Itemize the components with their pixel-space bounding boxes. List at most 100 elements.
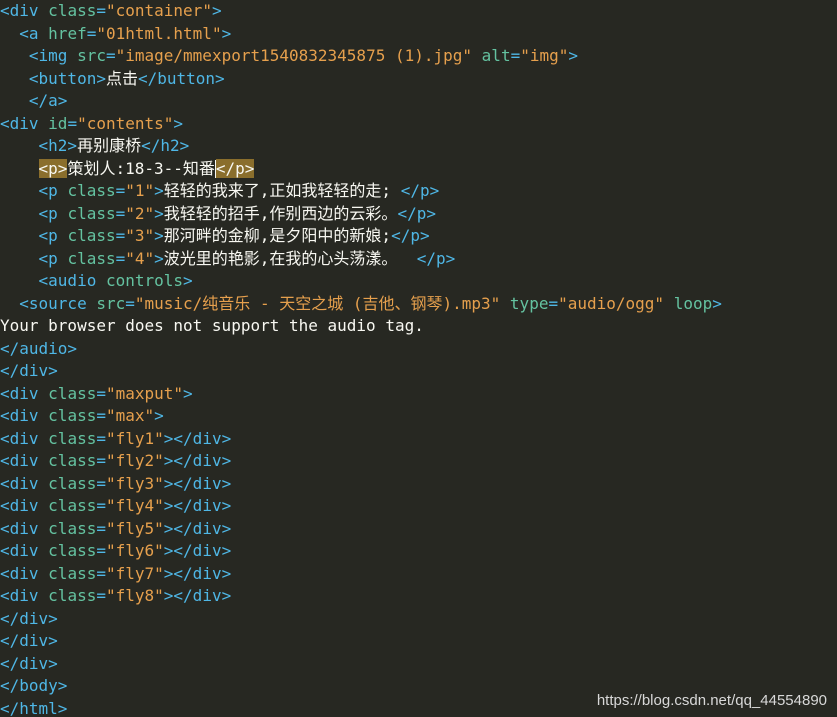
watermark: https://blog.csdn.net/qq_44554890 [596,692,827,709]
string-token: "fly8" [105,586,164,605]
string-token: "fly6" [105,541,164,560]
code-line[interactable]: <p class="3">那河畔的金柳,是夕阳中的新娘;</p> [0,225,837,248]
attribute-token: loop [673,293,713,313]
tag-token [0,159,39,178]
tag-token: > [154,248,164,268]
tag-token: = [115,203,126,223]
string-token: "max" [105,406,155,425]
tag-token [472,46,482,65]
tag-token: </body> [0,676,68,695]
string-token: "fly7" [105,563,164,583]
code-line[interactable]: </div> [0,360,837,383]
tag-token: </html> [0,698,68,717]
code-line[interactable]: <div class="fly3"></div> [0,473,837,496]
tag-token: > [568,46,579,65]
text-token: Your browser does not support the audio … [0,316,424,335]
tag-token: = [96,541,106,560]
attribute-token: src [77,46,106,65]
tag-token: <p [0,226,68,245]
string-token: "01html.html" [96,23,222,43]
tag-token: </p> [391,226,430,245]
tag-token: <div [0,428,49,448]
tag-token: = [115,248,126,268]
tag-token: ></div> [163,541,232,560]
code-line[interactable]: </div> [0,653,837,676]
tag-token: > [154,181,164,200]
tag-token: > [183,383,193,403]
string-token: "fly4" [105,496,164,515]
code-line[interactable]: <a href="01html.html"> [0,23,837,46]
code-line[interactable]: <div class="maxput"> [0,383,837,406]
attribute-token: src [96,293,126,313]
code-line[interactable]: <div class="fly7"></div> [0,563,837,586]
code-line[interactable]: <div class="fly1"></div> [0,428,837,451]
tag-token: <source [0,293,97,313]
tag-token: <img [0,46,78,65]
tag-token: </p> [397,203,436,223]
code-line[interactable]: <p class="4">波光里的艳影,在我的心头荡漾。 </p> [0,248,837,271]
code-line[interactable]: <div class="container"> [0,0,837,23]
code-line[interactable]: </div> [0,608,837,631]
tag-token: <div [0,1,49,20]
string-token: "image/mmexport1540832345875 (1).jpg" [115,46,473,65]
code-line[interactable]: <div id="contents"> [0,113,837,136]
tag-token: </button> [137,68,225,88]
tag-token: > [154,226,164,245]
attribute-token: class [48,473,97,493]
string-token: "fly2" [105,451,164,470]
code-line[interactable]: <p class="1">轻轻的我来了,正如我轻轻的走; </p> [0,180,837,203]
code-line[interactable]: <div class="fly8"></div> [0,585,837,608]
tag-token: ></div> [163,428,232,448]
tag-token: > [712,293,722,313]
tag-token: > [173,113,184,133]
tag-token: > [183,271,193,290]
code-line[interactable]: <h2>再别康桥</h2> [0,135,837,158]
attribute-token: controls [105,271,184,290]
code-line[interactable]: <p class="2">我轻轻的招手,作别西边的云彩。</p> [0,203,837,226]
code-line[interactable]: </audio> [0,338,837,361]
tag-token: <div [0,113,49,133]
tag-token: <button> [0,68,106,88]
text-token: 再别康桥 [77,136,142,155]
attribute-token: class [67,226,116,245]
tag-token: = [96,518,106,538]
attribute-token: id [48,113,68,133]
attribute-token: href [48,23,87,43]
attribute-token: class [48,586,97,605]
code-line[interactable]: <div class="max"> [0,405,837,428]
code-line[interactable]: <button>点击</button> [0,68,837,91]
code-line[interactable]: </a> [0,90,837,113]
code-editor[interactable]: <div class="container"> <a href="01html.… [0,0,837,717]
code-line[interactable]: <div class="fly6"></div> [0,540,837,563]
tag-token: > [221,23,232,43]
tag-token: ></div> [163,496,232,515]
matched-tag-highlight: <p> [38,158,68,178]
code-line[interactable]: Your browser does not support the audio … [0,315,837,338]
code-area[interactable]: <div class="container"> <a href="01html.… [0,0,837,717]
attribute-token: alt [481,46,511,65]
tag-token: <div [0,473,49,493]
tag-token: ></div> [163,586,232,605]
text-token: 那河畔的金柳,是夕阳中的新娘; [163,226,392,245]
code-line[interactable]: <div class="fly2"></div> [0,450,837,473]
code-line[interactable]: <audio controls> [0,270,837,293]
tag-token: = [96,383,106,403]
string-token: "contents" [77,113,174,133]
code-line[interactable]: <p>策划人:18-3--知番</p> [0,158,837,181]
code-line[interactable]: <div class="fly4"></div> [0,495,837,518]
attribute-token: class [48,451,97,470]
attribute-token: class [48,406,97,425]
code-line[interactable]: <img src="image/mmexport1540832345875 (1… [0,45,837,68]
attribute-token: class [48,1,97,20]
code-line[interactable]: <source src="music/纯音乐 - 天空之城 (吉他、钢琴).mp… [0,293,837,316]
attribute-token: class [67,181,116,200]
code-line[interactable]: </div> [0,630,837,653]
string-token: "3" [125,226,155,245]
tag-token: ></div> [163,563,232,583]
tag-token: = [96,586,106,605]
tag-token: ></div> [163,451,232,470]
code-line[interactable]: <div class="fly5"></div> [0,518,837,541]
tag-token [664,294,674,313]
tag-token: <div [0,451,49,470]
tag-token: = [96,428,106,448]
